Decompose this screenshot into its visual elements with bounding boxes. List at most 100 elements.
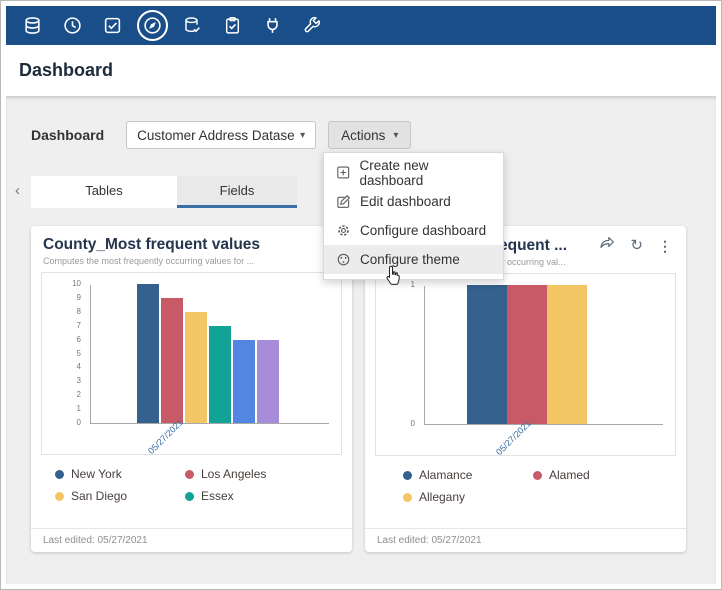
y-tick-label: 1 — [411, 281, 415, 289]
card-footer: Last edited: 05/27/2021 — [365, 528, 686, 552]
wrench-icon[interactable] — [292, 6, 332, 45]
tab-fields-label: Fields — [220, 183, 255, 198]
legend-dot — [55, 470, 64, 479]
database-icon[interactable] — [12, 6, 52, 45]
y-axis: 012345678910 — [42, 285, 86, 424]
legend-dot — [185, 470, 194, 479]
legend-item-new-york[interactable]: New York — [55, 467, 185, 481]
card-subtitle: Computes the most frequently occurring v… — [31, 254, 352, 266]
bar-san-diego[interactable] — [185, 312, 207, 423]
bar-los-angeles[interactable] — [161, 298, 183, 423]
database-check-icon[interactable] — [172, 6, 212, 45]
bar-chart: 01 05/27/2021 — [375, 273, 676, 456]
y-tick-label: 0 — [411, 420, 415, 428]
legend-item-essex[interactable]: Essex — [185, 489, 315, 503]
plot-area — [424, 286, 663, 425]
bar-alamance[interactable] — [467, 285, 507, 424]
bar-series-4[interactable] — [233, 340, 255, 423]
app-window: Dashboard Dashboard Customer Address Dat… — [0, 0, 722, 590]
tab-tables-label: Tables — [85, 183, 123, 198]
y-axis: 01 — [376, 286, 420, 425]
legend-dot — [403, 493, 412, 502]
actions-button[interactable]: Actions ▾ — [328, 121, 411, 149]
kebab-menu-icon[interactable]: ⋮ — [658, 239, 672, 253]
menu-item-configure-dashboard[interactable]: Configure dashboard — [324, 216, 503, 245]
legend-label: New York — [71, 467, 122, 481]
actions-button-label: Actions — [341, 128, 385, 143]
check-square-icon[interactable] — [92, 6, 132, 45]
card-title: County_Most frequent values — [43, 236, 260, 254]
actions-menu: Create new dashboard Edit dashboard Conf… — [323, 152, 504, 280]
legend-item-allegany[interactable]: Allegany — [403, 490, 533, 504]
bar-essex[interactable] — [209, 326, 231, 423]
content-area: Dashboard Customer Address Datase ▾ Acti… — [6, 96, 716, 584]
legend-label: Essex — [201, 489, 234, 503]
y-tick-label: 5 — [77, 350, 81, 358]
menu-item-label: Configure dashboard — [360, 223, 486, 238]
card-county-most-frequent-values: County_Most frequent values ↻ Computes t… — [31, 226, 352, 552]
dashboard-section-label: Dashboard — [31, 127, 104, 143]
plus-square-icon — [336, 165, 350, 180]
tab-tables[interactable]: Tables — [31, 176, 177, 208]
top-navbar — [6, 6, 716, 45]
y-tick-label: 9 — [77, 294, 81, 302]
toolbar: Dashboard Customer Address Datase ▾ Acti… — [31, 121, 411, 149]
legend-dot — [185, 492, 194, 501]
pencil-square-icon — [336, 194, 351, 209]
menu-item-create-new-dashboard[interactable]: Create new dashboard — [324, 158, 503, 187]
legend-dot — [55, 492, 64, 501]
gauge-icon[interactable] — [132, 6, 172, 45]
page-title: Dashboard — [19, 60, 113, 81]
share-icon[interactable] — [599, 236, 615, 255]
legend-label: San Diego — [71, 489, 127, 503]
legend-item-alamance[interactable]: Alamance — [403, 468, 533, 482]
menu-item-configure-theme[interactable]: Configure theme — [324, 245, 503, 274]
gear-icon — [336, 223, 351, 238]
menu-item-label: Configure theme — [360, 252, 460, 267]
card-footer: Last edited: 05/27/2021 — [31, 528, 352, 552]
dataset-select-value: Customer Address Datase — [137, 128, 295, 143]
y-tick-label: 4 — [77, 363, 81, 371]
legend-item-san-diego[interactable]: San Diego — [55, 489, 185, 503]
y-tick-label: 1 — [77, 405, 81, 413]
active-icon-ring — [137, 10, 168, 41]
caret-down-icon: ▾ — [393, 130, 398, 141]
bar-alamed[interactable] — [507, 285, 547, 424]
caret-down-icon: ▾ — [300, 130, 305, 141]
tabs-bar: Tables Fields — [31, 176, 297, 208]
legend-item-alamed[interactable]: Alamed — [533, 468, 663, 482]
refresh-icon[interactable]: ↻ — [630, 238, 643, 253]
clock-icon[interactable] — [52, 6, 92, 45]
bar-new-york[interactable] — [137, 284, 159, 423]
legend-label: Los Angeles — [201, 467, 266, 481]
legend-dot — [403, 471, 412, 480]
legend-dot — [533, 471, 542, 480]
card-header: County_Most frequent values ↻ — [31, 226, 352, 254]
legend-item-los-angeles[interactable]: Los Angeles — [185, 467, 315, 481]
bar-chart: 012345678910 05/27/2021 — [41, 272, 342, 455]
plug-icon[interactable] — [252, 6, 292, 45]
tab-fields[interactable]: Fields — [177, 176, 297, 208]
palette-icon — [336, 252, 351, 267]
legend-label: Allegany — [419, 490, 465, 504]
card-actions: ↻ ⋮ — [599, 236, 672, 255]
bar-series-5[interactable] — [257, 340, 279, 423]
y-tick-label: 8 — [77, 308, 81, 316]
page-header: Dashboard — [6, 45, 716, 96]
clipboard-check-icon[interactable] — [212, 6, 252, 45]
menu-item-edit-dashboard[interactable]: Edit dashboard — [324, 187, 503, 216]
dataset-select[interactable]: Customer Address Datase ▾ — [126, 121, 316, 149]
legend-label: Alamed — [549, 468, 590, 482]
tabs-scroll-left-icon[interactable]: ‹ — [15, 182, 20, 199]
menu-item-label: Create new dashboard — [359, 158, 491, 188]
legend-label: Alamance — [419, 468, 472, 482]
y-tick-label: 6 — [77, 336, 81, 344]
bar-allegany[interactable] — [547, 285, 587, 424]
chart-legend: Alamance Alamed Allegany — [365, 468, 686, 512]
y-tick-label: 7 — [77, 322, 81, 330]
y-tick-label: 10 — [72, 280, 81, 288]
chart-legend: New York Los Angeles San Diego Essex — [31, 467, 352, 511]
y-tick-label: 2 — [77, 391, 81, 399]
card-title: equent ... — [499, 237, 567, 255]
y-tick-label: 3 — [77, 377, 81, 385]
